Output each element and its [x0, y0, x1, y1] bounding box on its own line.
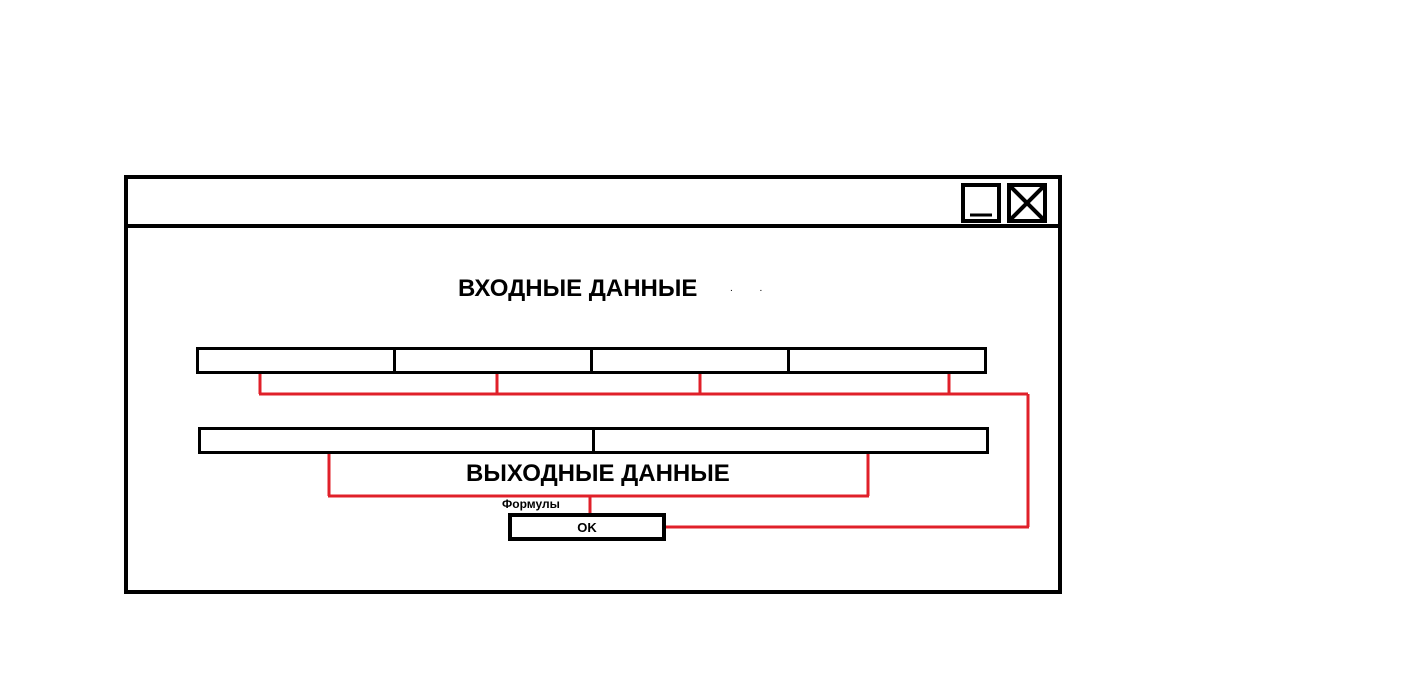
- minimize-icon: [970, 213, 992, 217]
- minimize-button[interactable]: [961, 183, 1001, 223]
- output-field-1[interactable]: [201, 430, 592, 451]
- input-data-heading: ВХОДНЫЕ ДАННЫЕ: [458, 275, 698, 302]
- formulas-label: Формулы: [502, 497, 560, 511]
- input-field-2[interactable]: [393, 350, 590, 371]
- output-data-heading: ВЫХОДНЫЕ ДАННЫЕ: [466, 460, 730, 487]
- main-window: ВХОДНЫЕ ДАННЫЕ . . ВЫХОДНЫЕ ДАННЫЕ Форму…: [124, 175, 1062, 594]
- input-field-4[interactable]: [787, 350, 984, 371]
- input-field-1[interactable]: [199, 350, 393, 371]
- input-fields-row: [196, 347, 987, 374]
- stray-dots: . .: [730, 283, 775, 294]
- ok-button[interactable]: OK: [508, 513, 666, 541]
- title-bar: [128, 179, 1058, 228]
- output-fields-row: [198, 427, 989, 454]
- close-button[interactable]: [1007, 183, 1047, 223]
- output-field-2[interactable]: [592, 430, 986, 451]
- close-icon: [1011, 187, 1043, 219]
- input-field-3[interactable]: [590, 350, 787, 371]
